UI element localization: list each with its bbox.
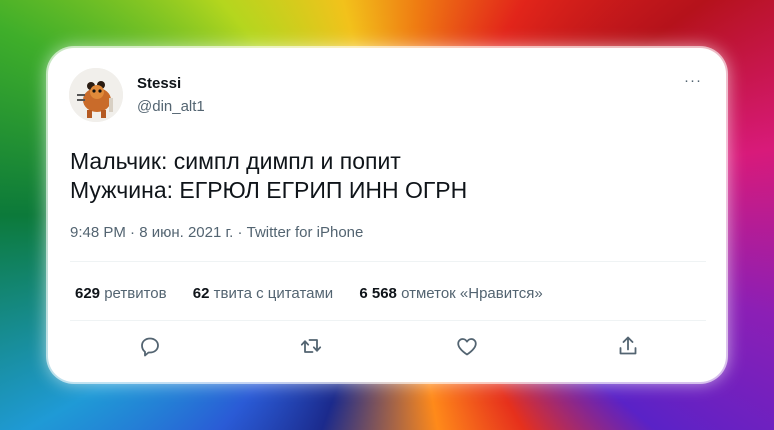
divider bbox=[70, 320, 706, 321]
retweets-label: ретвитов bbox=[104, 285, 167, 302]
retweet-button[interactable] bbox=[297, 332, 325, 360]
share-button[interactable] bbox=[614, 332, 642, 360]
retweet-icon bbox=[300, 339, 322, 353]
tweet-text-line: Мальчик: симпл димпл и попит bbox=[70, 148, 401, 174]
avatar[interactable] bbox=[69, 68, 123, 122]
user-handle[interactable]: @din_alt1 bbox=[137, 98, 205, 115]
quotes-count: 62 bbox=[192, 285, 210, 302]
like-icon bbox=[457, 338, 477, 356]
quotes-stat[interactable]: 62 твита с цитатами bbox=[193, 285, 333, 302]
retweets-count: 629 bbox=[75, 285, 101, 302]
reply-button[interactable] bbox=[136, 332, 164, 360]
tweet-actions bbox=[48, 332, 726, 360]
tweet-card: Stessi @din_alt1 ··· Мальчик: симпл димп… bbox=[48, 48, 726, 382]
like-button[interactable] bbox=[453, 332, 481, 360]
more-options-icon[interactable]: ··· bbox=[684, 72, 702, 89]
tweet-text-line: Мужчина: ЕГРЮЛ ЕГРИП ИНН ОГРН bbox=[70, 177, 468, 203]
reply-icon bbox=[141, 337, 159, 357]
likes-label: отметок «Нравится» bbox=[401, 285, 543, 302]
share-icon bbox=[619, 336, 637, 355]
divider bbox=[70, 261, 706, 262]
avatar-image bbox=[69, 68, 123, 122]
display-name[interactable]: Stessi bbox=[137, 75, 181, 92]
quotes-label: твита с цитатами bbox=[213, 285, 334, 302]
likes-count: 6 568 bbox=[359, 285, 397, 302]
tweet-text: Мальчик: симпл димпл и попит Мужчина: ЕГ… bbox=[70, 147, 467, 205]
likes-stat[interactable]: 6 568 отметок «Нравится» bbox=[359, 285, 542, 302]
tweet-timestamp[interactable]: 9:48 PM · 8 июн. 2021 г. · Twitter for i… bbox=[70, 224, 363, 241]
retweets-stat[interactable]: 629 ретвитов bbox=[75, 285, 167, 302]
tweet-stats: 629 ретвитов 62 твита с цитатами 6 568 о… bbox=[75, 285, 565, 302]
